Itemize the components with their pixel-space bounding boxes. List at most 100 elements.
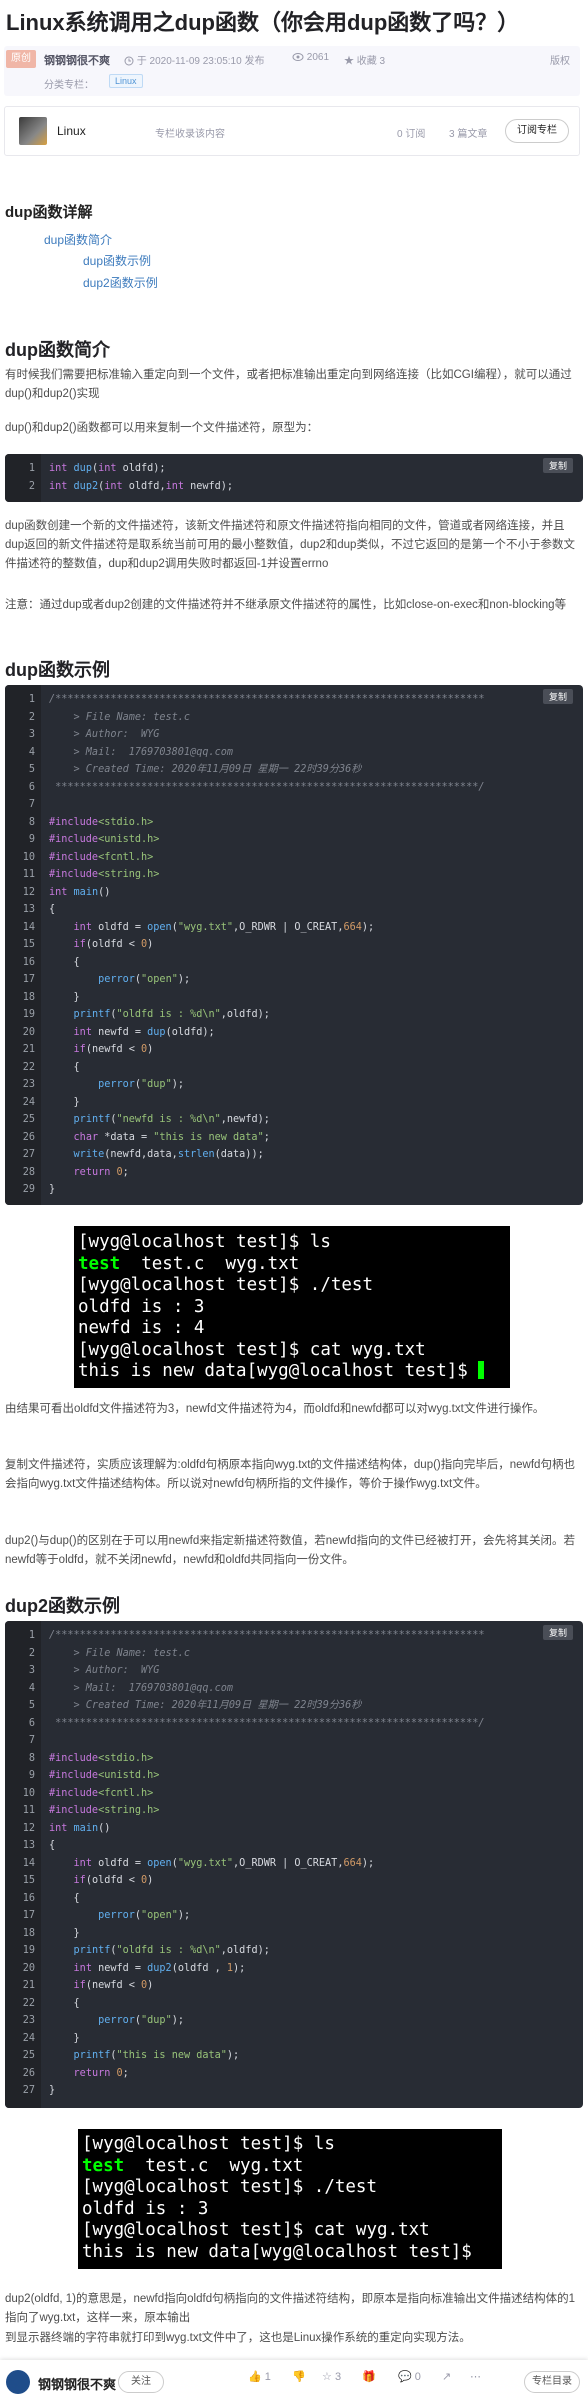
terminal-line: [wyg@localhost test]$ cat wyg.txt [82, 2220, 430, 2240]
line-number: 23 [22, 1079, 35, 1090]
follow-button[interactable]: 关注 [118, 2371, 164, 2393]
column-toc-button[interactable]: 专栏目录 [524, 2371, 580, 2393]
avatar[interactable] [6, 2370, 30, 2394]
code-text: > Author: WYG [49, 1665, 160, 1676]
code-text: { [49, 904, 56, 915]
gift-icon: 🎁 [362, 2371, 376, 2383]
like-button[interactable]: 👍 1 [248, 2370, 271, 2383]
section-heading: dup2函数示例 [5, 1596, 120, 1616]
line-number: 8 [28, 1752, 35, 1764]
publish-date: 于 2020-11-09 23:05:10 发布 [124, 52, 264, 67]
toc-heading: dup函数详解 [5, 204, 93, 221]
code-text: int dup2(int oldfd,int newfd); [49, 480, 234, 492]
author-link[interactable]: 钢钢钢很不爽 [44, 52, 110, 68]
code-text: } [49, 2085, 56, 2096]
code-text: printf("newfd is : %d\n",newfd); [73, 1114, 270, 1125]
terminal-line: newfd is : 4 [78, 1318, 205, 1338]
code-text: #include<unistd.h> [49, 834, 160, 845]
code-line: 17 perror("open"); [5, 971, 583, 988]
bottom-favorite-button[interactable]: ☆ 3 [322, 2370, 341, 2383]
line-number: 1 [28, 463, 35, 474]
code-text: } [49, 1096, 80, 1108]
code-line: 24 } [5, 2030, 583, 2047]
line-number: 15 [22, 1875, 35, 1886]
code-text: if(oldfd < 0) [73, 939, 154, 950]
code-text: { [49, 1892, 80, 1904]
paragraph: 到显示器终端的字符串就打印到wyg.txt文件中了，这也是Linux操作系统的重… [5, 2332, 471, 2344]
code-text: #include<stdio.h> [49, 816, 154, 828]
code-line: 3 > Author: WYG [5, 726, 583, 743]
line-number: 15 [22, 939, 35, 950]
code-text: } [49, 2032, 80, 2044]
line-number: 19 [22, 1945, 35, 1956]
line-number: 17 [22, 974, 35, 985]
line-number: 6 [28, 1717, 35, 1729]
terminal-line: this is new data[wyg@localhost test]$ [82, 2241, 472, 2262]
line-number: 27 [22, 1149, 35, 1160]
toc-item[interactable]: dup2函数示例 [83, 274, 158, 291]
category-label: 分类专栏： [44, 80, 94, 91]
line-number: 10 [22, 1787, 35, 1799]
paragraph: 有时候我们需要把标准输入重定向到一个文件，或者把标准输出重定向到网络连接（比如C… [5, 369, 572, 400]
code-line: 14 int oldfd = open("wyg.txt",O_RDWR | O… [5, 1855, 583, 1872]
code-text: perror("open"); [98, 974, 191, 985]
thumbs-up-icon: 👍 [248, 2371, 262, 2383]
code-line: 6 **************************************… [5, 1715, 583, 1732]
toc-item[interactable]: dup函数简介 [44, 231, 112, 248]
code-line: 23 perror("dup"); [5, 2012, 583, 2029]
terminal-screenshot: [wyg@localhost test]$ ls test test.c wyg.… [74, 1226, 510, 1388]
thumbs-down-icon: 👎 [292, 2371, 306, 2383]
column-desc: 专栏收录该内容 [155, 129, 225, 140]
code-text: write(newfd,data,strlen(data)); [73, 1149, 264, 1160]
code-line: 13 { [5, 901, 583, 918]
code-line: 27} [5, 2082, 583, 2099]
favorite-button[interactable]: ★ 收藏 3 [344, 52, 385, 67]
code-line: 7 [5, 796, 583, 813]
line-number: 4 [28, 746, 35, 758]
line-number: 21 [22, 1980, 35, 1991]
code-line: 8 #include<stdio.h> [5, 1750, 583, 1767]
terminal-line: oldfd is : 3 [82, 2198, 209, 2219]
comment-button[interactable]: 💬 0 [398, 2370, 421, 2383]
dislike-button[interactable]: 👎 [292, 2370, 306, 2383]
bottom-author-name[interactable]: 钢钢钢很不爽 [38, 2374, 116, 2393]
comment-icon: 💬 [398, 2371, 412, 2383]
reward-button[interactable]: 🎁 [362, 2370, 376, 2383]
line-number: 25 [22, 1114, 35, 1125]
code-line: 22 { [5, 1995, 583, 2012]
code-text: > Created Time: 2020年11月09日 星期一 22时39分36… [49, 1700, 362, 1711]
toc-item[interactable]: dup函数示例 [83, 252, 151, 269]
line-number: 2 [28, 711, 35, 723]
terminal-line: this is new data[wyg@localhost test]$ [78, 1361, 506, 1383]
line-number: 22 [22, 1061, 35, 1073]
column-card[interactable]: Linux 专栏收录该内容 0 订阅 3 篇文章 订阅专栏 [4, 106, 580, 156]
code-line: 3 > Author: WYG [5, 1662, 583, 1679]
copyright-link[interactable]: 版权 [550, 52, 570, 67]
code-line: 25 printf("newfd is : %d\n",newfd); [5, 1111, 583, 1128]
code-text: int dup(int oldfd); [49, 463, 166, 474]
code-line: 18 } [5, 989, 583, 1006]
terminal-screenshot: [wyg@localhost test]$ ls test test.c wyg.… [78, 2129, 502, 2269]
share-button[interactable]: ↗ [442, 2370, 451, 2383]
column-name[interactable]: Linux [57, 124, 86, 138]
terminal-line: [wyg@localhost test]$ ls [82, 2134, 335, 2154]
code-line: 18 } [5, 1925, 583, 1942]
terminal-line: oldfd is : 3 [78, 1296, 205, 1317]
code-line: 11 #include<string.h> [5, 866, 583, 883]
line-number: 25 [22, 2050, 35, 2061]
line-number: 9 [28, 834, 35, 845]
code-text: if(newfd < 0) [73, 1980, 154, 1991]
code-line: 16 { [5, 954, 583, 971]
line-number: 2 [28, 480, 35, 492]
code-line: 9 #include<unistd.h> [5, 1767, 583, 1784]
paragraph: dup()和dup2()函数都可以用来复制一个文件描述符，原型为： [5, 422, 319, 434]
more-button[interactable]: ⋯ [470, 2370, 481, 2383]
code-text: #include<fcntl.h> [49, 1787, 154, 1799]
code-line: 8 #include<stdio.h> [5, 814, 583, 831]
category-tag[interactable]: Linux [109, 74, 143, 88]
subscribe-button[interactable]: 订阅专栏 [505, 119, 569, 143]
code-line: 17 perror("open"); [5, 1907, 583, 1924]
code-line: 22 { [5, 1059, 583, 1076]
code-text: #include<stdio.h> [49, 1752, 154, 1764]
code-text: > File Name: test.c [49, 711, 191, 723]
